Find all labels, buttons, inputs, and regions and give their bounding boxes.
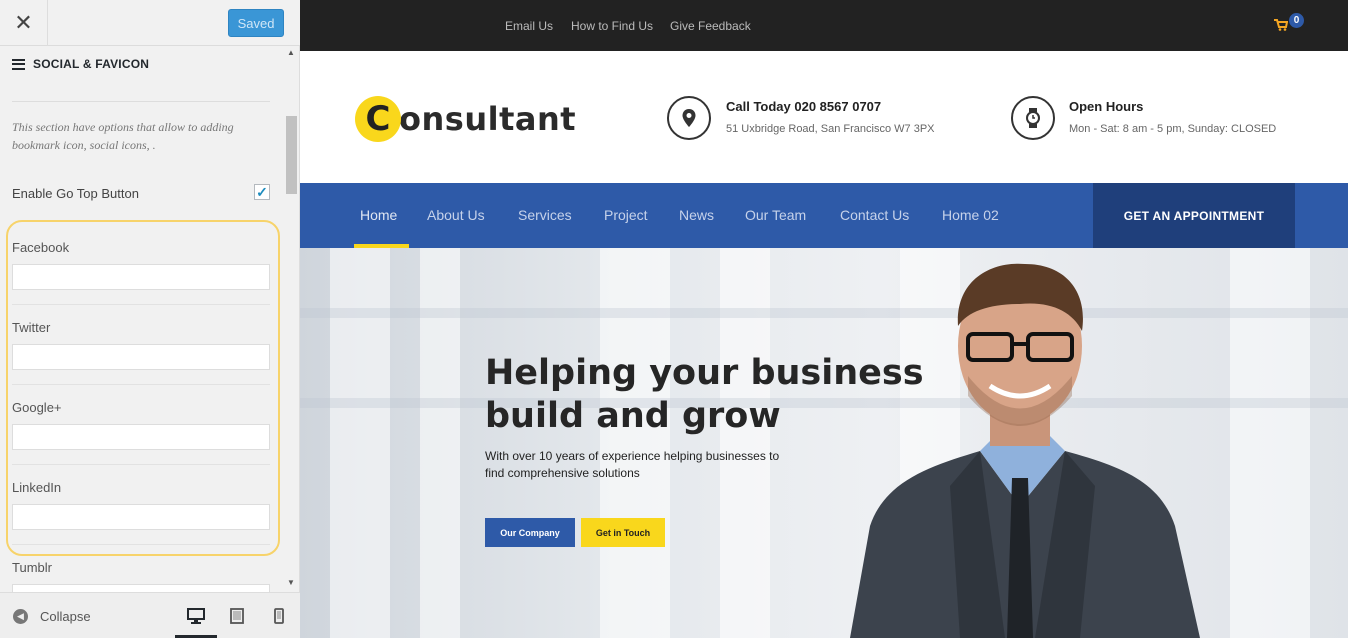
section-description: This section have options that allow to …: [12, 120, 234, 152]
divider: [12, 464, 270, 465]
go-top-label: Enable Go Top Button: [12, 186, 139, 201]
section-header[interactable]: SOCIAL & FAVICON: [12, 57, 149, 71]
nav-item-home[interactable]: Home: [360, 207, 397, 223]
hero-section: Helping your business build and grow Wit…: [300, 248, 1348, 638]
linkedin-input[interactable]: [12, 504, 270, 530]
tumblr-input[interactable]: [12, 584, 270, 592]
logo-text: onsultant: [399, 100, 577, 138]
tablet-icon: [230, 608, 244, 624]
background-window: [420, 248, 460, 638]
top-bar: Email Us How to Find Us Give Feedback 0: [300, 0, 1348, 51]
customizer-panel: SOCIAL & FAVICON This section have optio…: [0, 46, 284, 592]
background-window: [600, 248, 670, 638]
background-window: [330, 248, 390, 638]
customizer-footer: ◀ Collapse: [0, 592, 300, 638]
section-title: SOCIAL & FAVICON: [33, 57, 150, 71]
hours-title: Open Hours: [1069, 99, 1144, 114]
nav-item-project[interactable]: Project: [604, 207, 648, 223]
close-icon: ✕: [14, 10, 33, 35]
desktop-icon: [187, 608, 205, 624]
scroll-up-icon[interactable]: ▲: [287, 48, 295, 57]
scroll-down-icon[interactable]: ▼: [287, 578, 295, 587]
appointment-button[interactable]: GET AN APPOINTMENT: [1093, 183, 1295, 248]
nav-item-news[interactable]: News: [679, 207, 714, 223]
background-window: [720, 248, 770, 638]
close-button[interactable]: ✕: [0, 0, 48, 46]
contact-address: 51 Uxbridge Road, San Francisco W7 3PX: [726, 123, 935, 135]
email-us-link[interactable]: Email Us: [505, 19, 553, 33]
hero-text: With over 10 years of experience helping…: [485, 449, 780, 480]
hero-title: Helping your business build and grow: [485, 353, 924, 436]
googleplus-label: Google+: [12, 400, 62, 415]
tablet-preview-button[interactable]: [226, 605, 248, 627]
background-window: [1230, 248, 1310, 638]
feedback-link[interactable]: Give Feedback: [670, 19, 751, 33]
site-header: C onsultant Call Today 020 8567 0707 51 …: [300, 51, 1348, 183]
facebook-input[interactable]: [12, 264, 270, 290]
googleplus-input[interactable]: [12, 424, 270, 450]
twitter-input[interactable]: [12, 344, 270, 370]
list-icon: [12, 58, 25, 70]
logo-mark: C: [355, 96, 401, 142]
twitter-label: Twitter: [12, 320, 51, 335]
nav-item-services[interactable]: Services: [518, 207, 572, 223]
hours-detail: Mon - Sat: 8 am - 5 pm, Sunday: CLOSED: [1069, 123, 1277, 135]
contact-title: Call Today 020 8567 0707: [726, 99, 882, 114]
customizer-header: ✕ Saved: [0, 0, 300, 46]
tumblr-label: Tumblr: [12, 560, 52, 575]
collapse-icon[interactable]: ◀: [13, 609, 28, 624]
nav-item-contact-us[interactable]: Contact Us: [840, 207, 909, 223]
desktop-preview-button[interactable]: [185, 605, 207, 627]
watch-icon: [1011, 96, 1055, 140]
main-nav: Home About Us Services Project News Our …: [300, 183, 1348, 248]
divider: [12, 101, 270, 102]
businessman-image: [850, 263, 1200, 638]
mobile-icon: [274, 608, 284, 624]
site-preview: Email Us How to Find Us Give Feedback 0 …: [300, 0, 1348, 638]
site-logo[interactable]: C onsultant: [355, 95, 576, 143]
panel-scrollbar[interactable]: ▲ ▼: [284, 46, 299, 592]
cart-icon: [1274, 19, 1288, 31]
divider: [12, 304, 270, 305]
go-top-checkbox[interactable]: ✓: [254, 184, 270, 200]
divider: [12, 544, 270, 545]
scroll-thumb[interactable]: [286, 116, 297, 194]
get-in-touch-button[interactable]: Get in Touch: [581, 518, 665, 547]
customizer-sidebar: ✕ Saved SOCIAL & FAVICON This section ha…: [0, 0, 300, 638]
map-pin-icon: [667, 96, 711, 140]
linkedin-label: LinkedIn: [12, 480, 62, 495]
cart-count-badge: 0: [1289, 13, 1304, 28]
nav-item-home-02[interactable]: Home 02: [942, 207, 999, 223]
find-us-link[interactable]: How to Find Us: [571, 19, 653, 33]
our-company-button[interactable]: Our Company: [485, 518, 575, 547]
saved-button[interactable]: Saved: [228, 9, 284, 37]
mobile-preview-button[interactable]: [268, 605, 290, 627]
nav-item-about-us[interactable]: About Us: [427, 207, 485, 223]
nav-item-our-team[interactable]: Our Team: [745, 207, 806, 223]
collapse-button[interactable]: Collapse: [40, 609, 91, 624]
checkmark-icon: ✓: [256, 183, 268, 200]
divider: [12, 384, 270, 385]
facebook-label: Facebook: [12, 240, 70, 255]
